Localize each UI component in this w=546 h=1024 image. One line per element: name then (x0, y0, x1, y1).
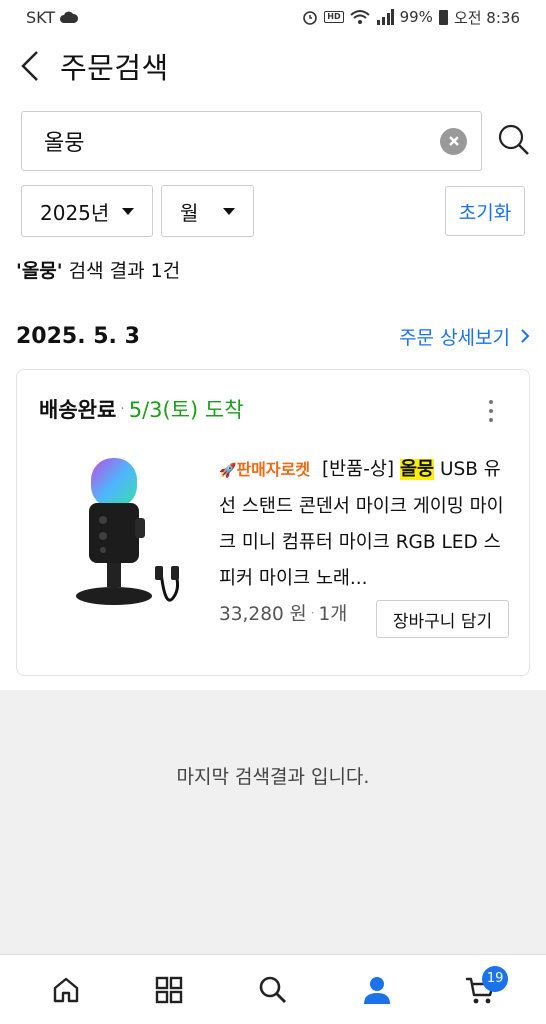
more-options-button[interactable] (481, 396, 501, 426)
grid-icon (156, 976, 183, 1003)
battery-percent: 99% (399, 8, 433, 26)
nav-my-account[interactable] (347, 960, 407, 1020)
carrier-label: SKT (26, 7, 56, 27)
year-select-value: 2025년 (40, 200, 110, 225)
delivery-status: 배송완료 · 5/3(토) 도착 (39, 394, 244, 424)
search-icon (498, 124, 529, 155)
result-keyword: '올뭉' (16, 260, 63, 282)
search-input-value[interactable]: 올뭉 (44, 125, 440, 157)
cart-count-badge: 19 (482, 965, 509, 992)
seller-rocket-badge: 🚀판매자로켓 (219, 460, 310, 479)
product-title-highlight: 올뭉 (400, 459, 435, 480)
product-quantity: 1개 (318, 604, 348, 625)
month-select[interactable]: 월 (161, 185, 254, 237)
nav-cart[interactable]: 19 (450, 960, 510, 1020)
alarm-icon (303, 11, 318, 25)
month-select-value: 월 (180, 200, 199, 225)
arrival-date: 5/3(토) 도착 (128, 398, 244, 422)
year-select[interactable]: 2025년 (21, 185, 153, 237)
page-title: 주문검색 (60, 51, 169, 85)
separator-dot: · (310, 606, 315, 620)
clear-search-button[interactable] (440, 127, 467, 155)
nav-categories[interactable] (139, 960, 199, 1020)
battery-icon (438, 9, 448, 25)
search-icon (259, 976, 286, 1003)
chevron-right-icon (521, 329, 530, 343)
signal-icon (376, 9, 394, 25)
end-of-results-message: 마지막 검색결과 입니다. (176, 766, 370, 788)
status-left: SKT (26, 8, 79, 27)
order-detail-label: 주문 상세보기 (399, 326, 510, 349)
nav-search[interactable] (243, 960, 303, 1020)
more-dot (489, 400, 493, 404)
user-icon (363, 976, 390, 1004)
order-detail-link[interactable]: 주문 상세보기 (399, 323, 530, 350)
results-end-area: 마지막 검색결과 입니다. (0, 690, 546, 954)
product-title[interactable]: 🚀판매자로켓 [반품-상] 올뭉 USB 유선 스탠드 콘덴서 마이크 게이밍 … (219, 452, 509, 597)
wifi-icon (349, 10, 370, 24)
order-date: 2025. 5. 3 (16, 323, 140, 349)
seller-rocket-label: 판매자로켓 (236, 460, 311, 479)
rocket-icon: 🚀 (219, 463, 237, 479)
price-row: 33,280 원 · 1개 (219, 600, 347, 626)
close-icon (448, 136, 459, 146)
result-count-text: 검색 결과 1건 (62, 260, 181, 282)
separator-dot: · (120, 401, 125, 417)
order-date-row: 2025. 5. 3 주문 상세보기 (16, 320, 530, 352)
more-dot (489, 409, 493, 413)
order-card: 배송완료 · 5/3(토) 도착 🚀판매자로켓 [반품-상] 올뭉 USB 유선… (16, 369, 530, 676)
clock: 오전 8:36 (453, 8, 520, 27)
bottom-navigation: 19 (0, 954, 546, 1024)
back-button[interactable] (0, 40, 60, 92)
reset-button[interactable]: 초기화 (445, 186, 525, 236)
more-dot (489, 418, 493, 422)
caret-down-icon (223, 207, 235, 215)
product-info[interactable]: 🚀판매자로켓 [반품-상] 올뭉 USB 유선 스탠드 콘덴서 마이크 게이밍 … (219, 452, 509, 597)
search-input[interactable]: 올뭉 (21, 111, 482, 171)
product-image[interactable] (43, 448, 203, 613)
product-price: 33,280 원 (219, 604, 307, 625)
search-button[interactable] (496, 122, 532, 158)
home-icon (53, 977, 78, 1002)
add-to-cart-button[interactable]: 장바구니 담기 (376, 600, 509, 638)
hd-voice-icon: HD (324, 11, 344, 23)
chevron-left-icon (21, 51, 38, 81)
product-title-prefix: [반품-상] (321, 459, 395, 480)
cloud-icon (60, 11, 79, 23)
app-header: 주문검색 (0, 40, 546, 92)
microphone-image (76, 458, 180, 605)
caret-down-icon (122, 207, 134, 215)
delivery-status-label: 배송완료 (39, 398, 117, 422)
status-right: HD 99% 오전 8:36 (302, 7, 520, 28)
result-summary: '올뭉' 검색 결과 1건 (16, 256, 180, 283)
nav-home[interactable] (36, 960, 96, 1020)
status-bar: SKT HD 99% 오전 8:36 (0, 0, 546, 34)
